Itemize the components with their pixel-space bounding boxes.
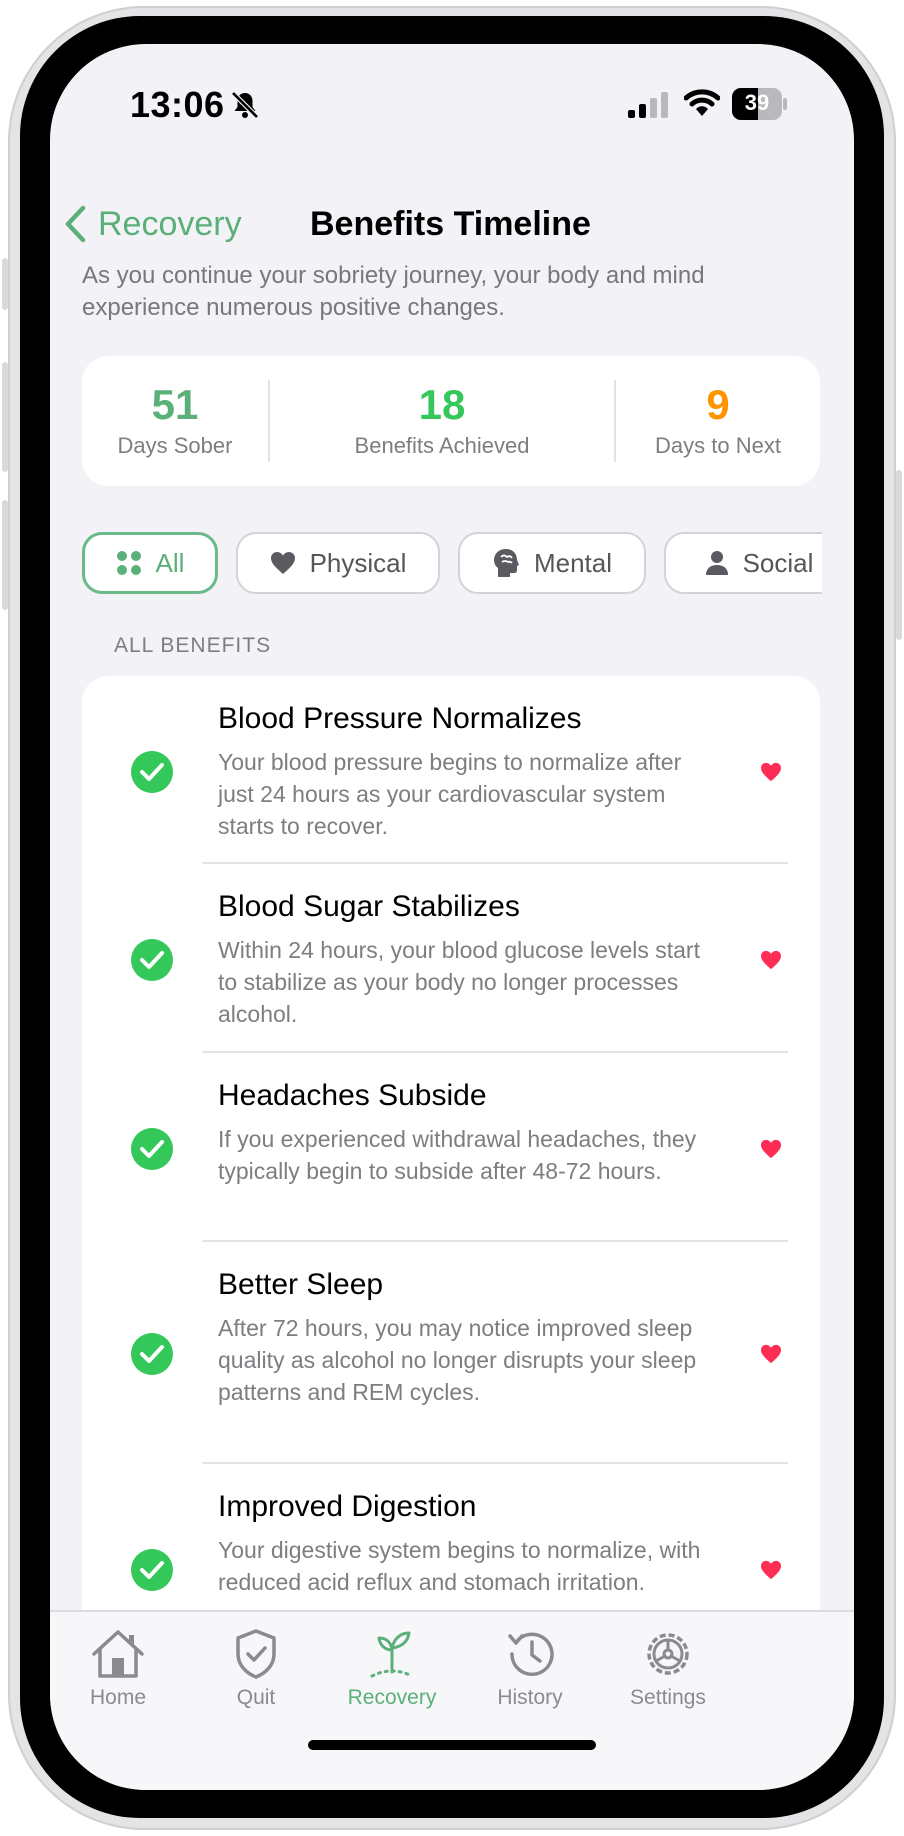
side-button xyxy=(2,258,8,310)
benefit-title: Improved Digestion xyxy=(218,1490,477,1523)
volume-down-button xyxy=(2,500,8,610)
stat-benefits-achieved: 18 Benefits Achieved xyxy=(270,356,614,486)
tab-bar: Home Quit Recovery History Settings xyxy=(50,1610,854,1790)
chip-label: Physical xyxy=(309,547,407,578)
benefit-title: Headaches Subside xyxy=(218,1079,487,1112)
checkmark-circle-icon xyxy=(131,1549,173,1591)
chip-label: Social xyxy=(742,547,814,578)
person-icon xyxy=(705,550,729,576)
power-button xyxy=(896,470,902,640)
chip-label: All xyxy=(155,547,185,578)
tab-label: Quit xyxy=(236,1686,276,1709)
benefit-description: Within 24 hours, your blood glucose leve… xyxy=(218,937,700,1027)
navigation-bar: Recovery Benefits Timeline xyxy=(50,194,854,254)
heart-icon xyxy=(761,1344,781,1364)
tab-label: History xyxy=(497,1686,563,1709)
stat-label: Days to Next xyxy=(655,433,781,458)
stat-value: 18 xyxy=(418,381,466,428)
benefit-description: After 72 hours, you may notice improved … xyxy=(218,1315,697,1405)
chip-label: Mental xyxy=(533,547,613,578)
wifi-icon xyxy=(684,89,720,116)
checkmark-circle-icon xyxy=(131,939,173,981)
stats-card: 51 Days Sober 18 Benefits Achieved 9 Day… xyxy=(82,356,820,486)
stat-value: 9 xyxy=(706,381,730,428)
category-filter-row[interactable]: All Physical Mental Social xyxy=(82,532,822,596)
sprout-icon xyxy=(370,1631,414,1678)
benefit-row[interactable]: Better Sleep After 72 hours, you may not… xyxy=(82,1242,820,1464)
status-bar: 13:06 39 xyxy=(50,44,854,164)
benefit-title: Blood Sugar Stabilizes xyxy=(218,890,520,923)
heart-icon xyxy=(761,1560,781,1580)
checkmark-circle-icon xyxy=(131,751,173,793)
tab-history[interactable]: History xyxy=(460,1628,600,1710)
back-button[interactable]: Recovery xyxy=(64,194,242,254)
filter-chip-social[interactable]: Social xyxy=(664,532,822,594)
tab-label: Home xyxy=(89,1686,147,1709)
house-icon xyxy=(92,1630,144,1678)
chevron-left-icon xyxy=(65,205,86,243)
heart-icon xyxy=(761,762,781,782)
stat-label: Days Sober xyxy=(117,433,233,458)
tab-home[interactable]: Home xyxy=(50,1628,188,1710)
intro-text: As you continue your sobriety journey, y… xyxy=(82,262,705,321)
cellular-signal-icon xyxy=(628,92,668,118)
stat-value: 51 xyxy=(151,381,199,428)
tab-quit[interactable]: Quit xyxy=(186,1628,326,1710)
benefit-row[interactable]: Blood Sugar Stabilizes Within 24 hours, … xyxy=(82,864,820,1053)
page-title: Benefits Timeline xyxy=(310,205,591,243)
filter-chip-physical[interactable]: Physical xyxy=(236,532,440,594)
grid-icon xyxy=(116,550,142,576)
brain-head-icon xyxy=(492,548,520,578)
benefit-description: Your digestive system begins to normaliz… xyxy=(218,1537,701,1595)
screen: 13:06 39 Recovery Benefits Timeline As y… xyxy=(50,44,854,1790)
checkmark-circle-icon xyxy=(131,1128,173,1170)
tab-label: Settings xyxy=(630,1686,706,1709)
battery-percentage: 39 xyxy=(744,90,770,115)
filter-chip-all[interactable]: All xyxy=(82,532,218,594)
benefit-list[interactable]: Blood Pressure Normalizes Your blood pre… xyxy=(82,676,820,1676)
section-header: ALL BENEFITS xyxy=(114,634,272,657)
benefit-description: If you experienced withdrawal headaches,… xyxy=(218,1126,697,1184)
home-indicator[interactable] xyxy=(308,1740,596,1750)
tab-recovery[interactable]: Recovery xyxy=(322,1628,462,1710)
tab-label: Recovery xyxy=(347,1686,437,1709)
tab-settings[interactable]: Settings xyxy=(598,1628,738,1710)
benefit-description: Your blood pressure begins to normalize … xyxy=(218,749,682,839)
heart-icon xyxy=(761,950,781,970)
benefit-title: Better Sleep xyxy=(218,1268,384,1301)
stat-label: Benefits Achieved xyxy=(354,433,530,458)
back-label: Recovery xyxy=(98,204,242,243)
status-time: 13:06 xyxy=(130,84,225,125)
volume-up-button xyxy=(2,362,8,472)
clock-history-icon xyxy=(508,1632,554,1676)
benefit-row[interactable]: Headaches Subside If you experienced wit… xyxy=(82,1053,820,1242)
stat-days-to-next: 9 Days to Next xyxy=(616,356,820,486)
stat-days-sober: 51 Days Sober xyxy=(82,356,268,486)
benefit-title: Blood Pressure Normalizes xyxy=(218,702,582,735)
checkmark-circle-icon xyxy=(131,1333,173,1375)
bell-slash-icon xyxy=(231,91,259,119)
gear-icon xyxy=(647,1633,689,1675)
filter-chip-mental[interactable]: Mental xyxy=(458,532,646,594)
heart-icon xyxy=(761,1139,781,1159)
benefit-row[interactable]: Blood Pressure Normalizes Your blood pre… xyxy=(82,676,820,864)
shield-check-icon xyxy=(236,1629,276,1679)
heart-icon xyxy=(270,551,296,575)
